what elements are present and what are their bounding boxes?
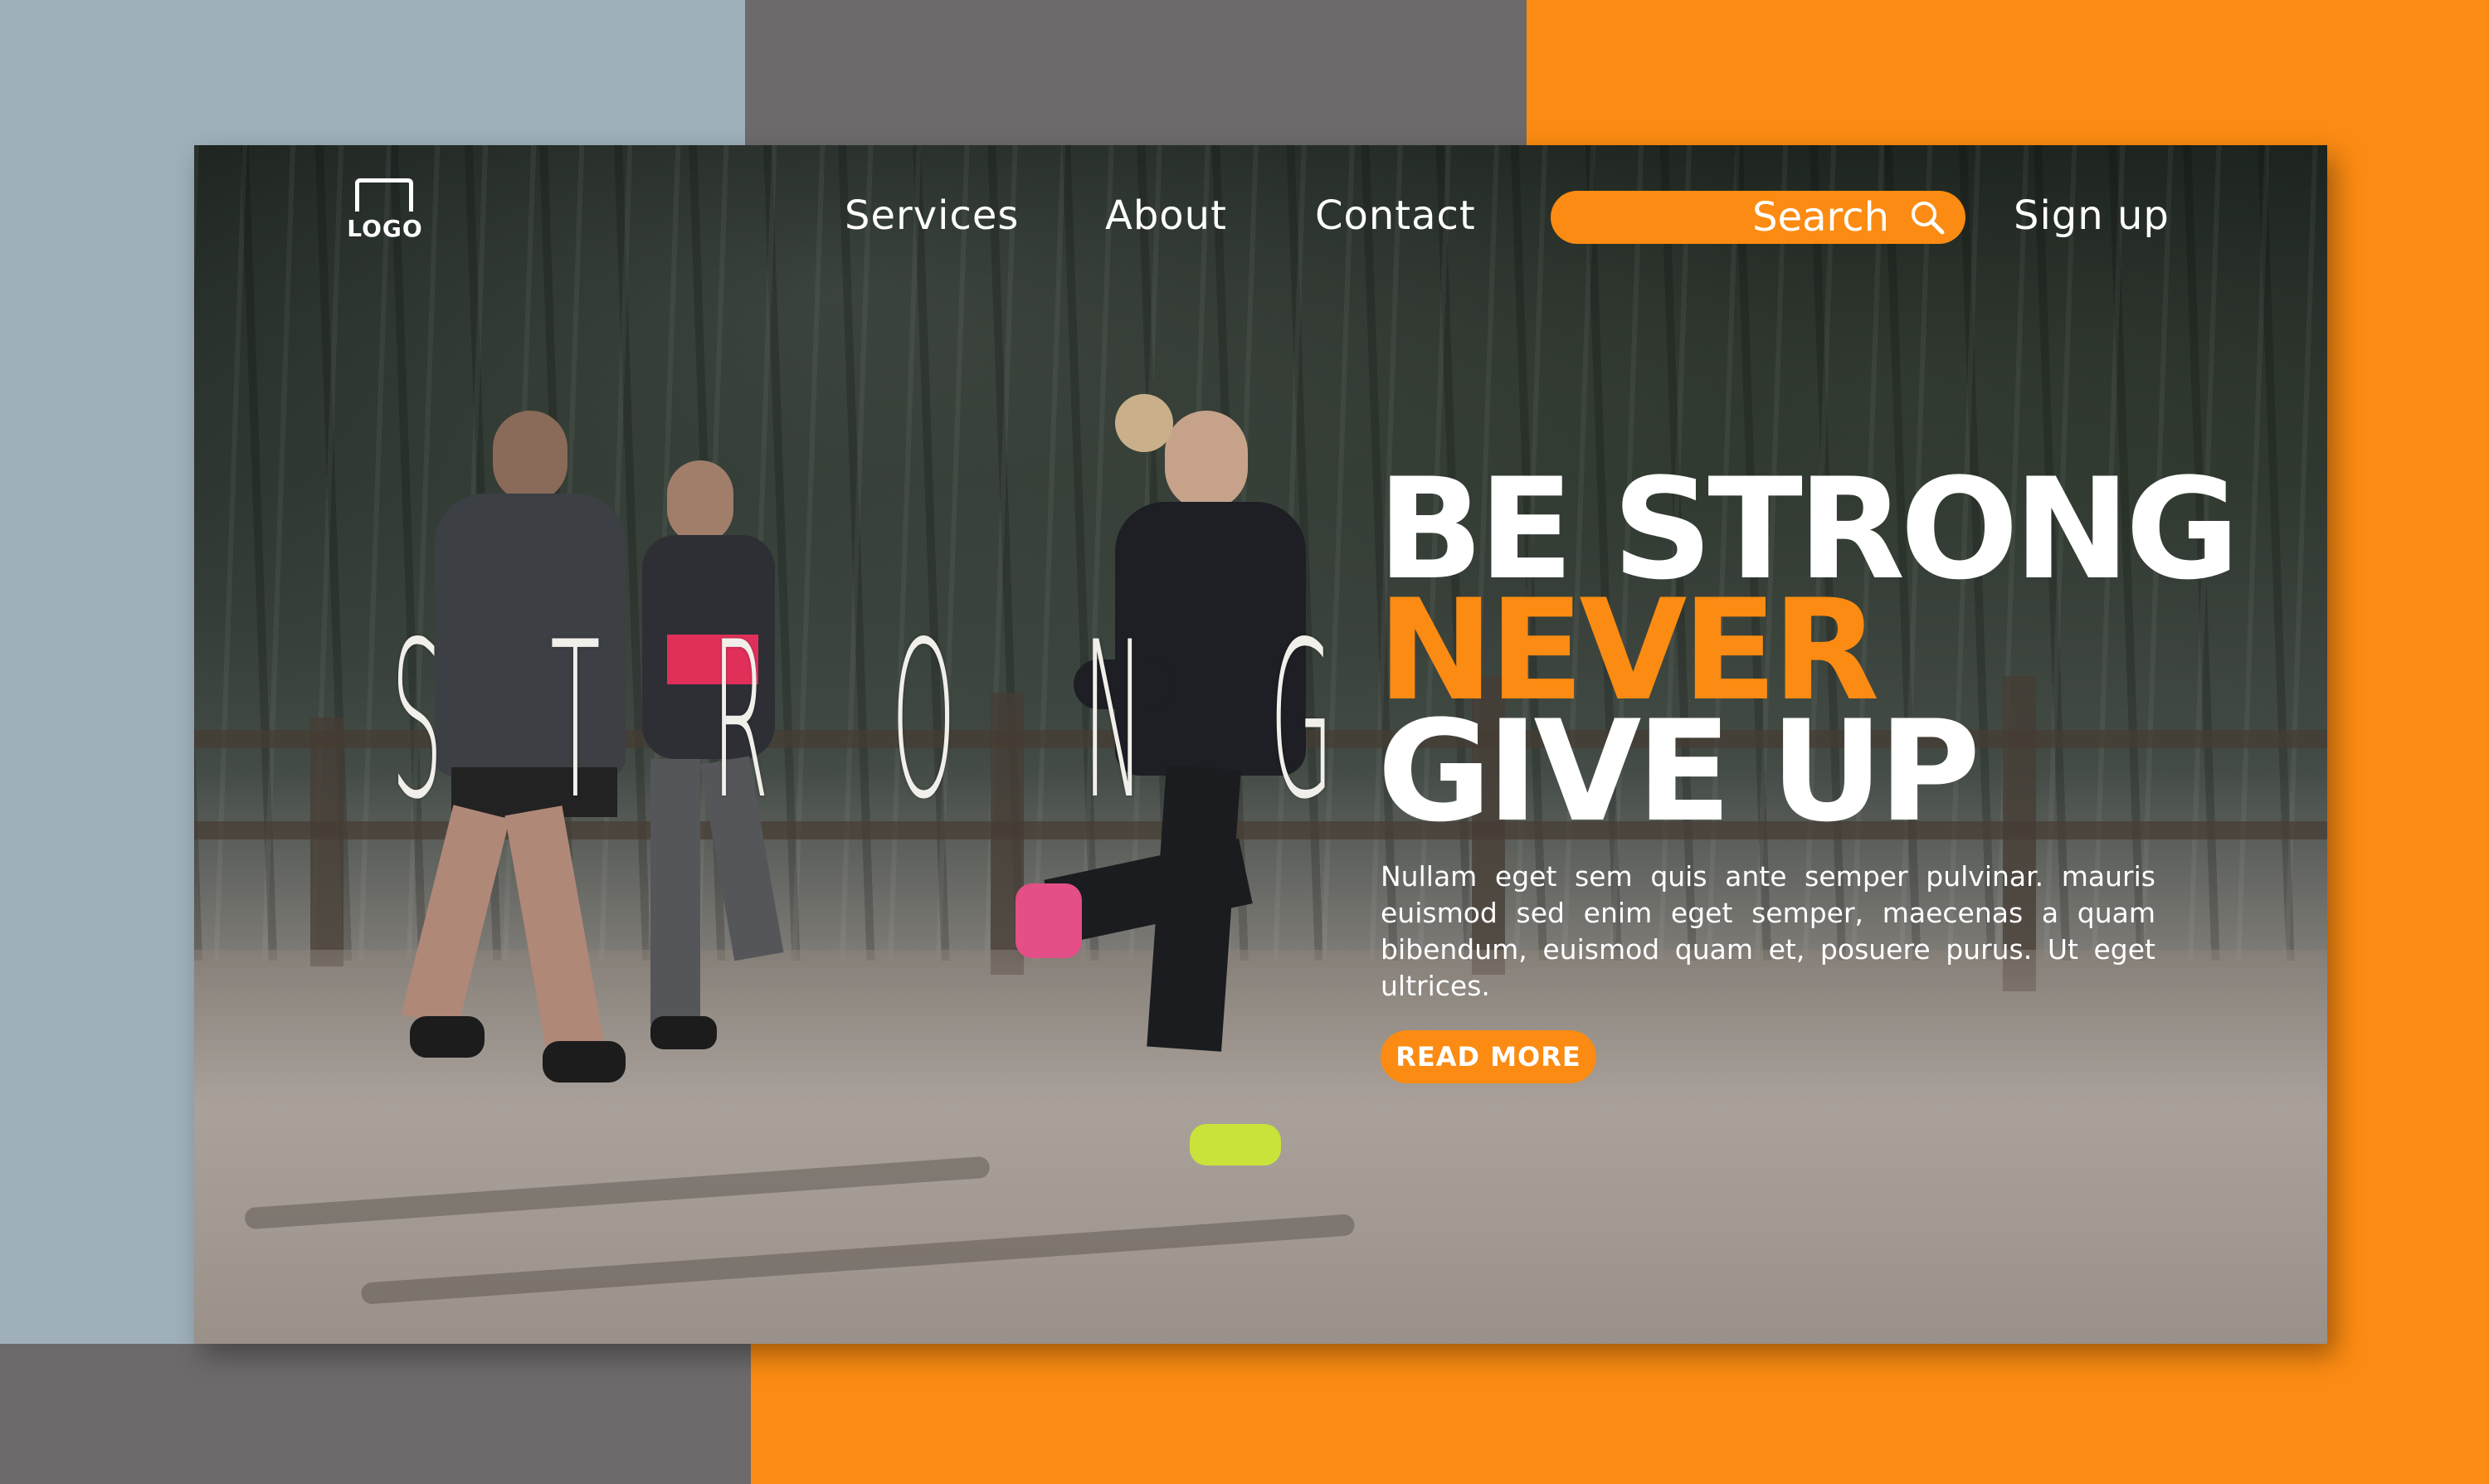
nav-contact[interactable]: Contact <box>1315 192 1476 239</box>
nav-about[interactable]: About <box>1105 192 1227 239</box>
nav-services[interactable]: Services <box>845 192 1019 239</box>
logo[interactable]: LOGO <box>347 178 423 245</box>
headline-line-3: GIVE UP <box>1377 690 1980 853</box>
strong-wordmark: S T R O N G <box>348 581 1386 863</box>
strong-letter: O <box>891 596 957 847</box>
read-more-button[interactable]: READ MORE <box>1381 1030 1596 1083</box>
fence-post <box>310 718 343 966</box>
search-icon[interactable] <box>1909 199 1946 236</box>
search-label: Search <box>1752 194 1889 241</box>
signup-link[interactable]: Sign up <box>2014 192 2170 239</box>
bg-block-gray-top <box>745 0 1527 145</box>
strong-letter: S <box>391 596 443 847</box>
bg-block-orange-right <box>2327 0 2489 1484</box>
hero-body-text: Nullam eget sem quis ante semper pulvina… <box>1381 860 2155 1002</box>
strong-letter: N <box>1083 596 1145 847</box>
logo-text: LOGO <box>347 215 423 242</box>
hero-headline: BE STRONG NEVER GIVE UP <box>1377 460 2240 853</box>
bg-block-orange-bottom <box>751 1344 2489 1484</box>
strong-letter: R <box>711 596 769 847</box>
weightlifter-logo-icon <box>355 178 413 212</box>
strong-letter: T <box>550 596 601 847</box>
strong-letter: G <box>1269 596 1334 847</box>
bg-block-gray-bottom <box>0 1344 751 1484</box>
search-bar[interactable]: Search <box>1551 191 1965 244</box>
